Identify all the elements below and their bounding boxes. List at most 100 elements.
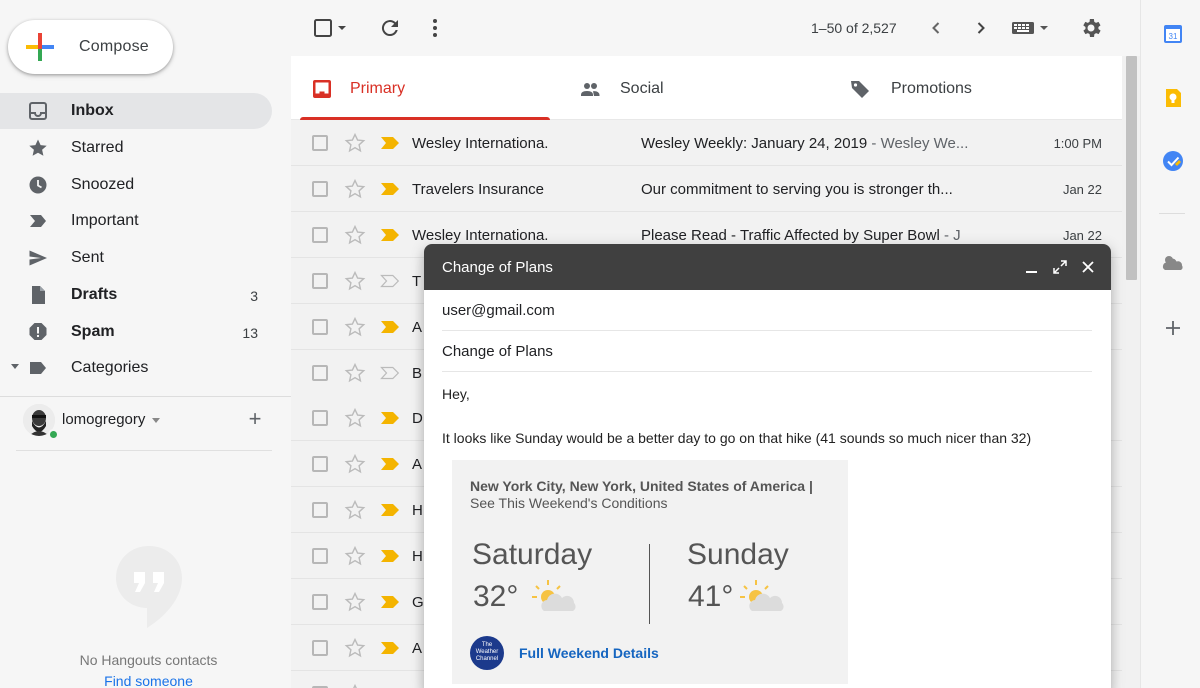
- important-marker-icon[interactable]: [380, 366, 400, 380]
- scrollbar[interactable]: [1122, 56, 1140, 688]
- important-marker-icon[interactable]: [380, 274, 400, 288]
- weather-temp-sunday: 41°: [688, 580, 734, 613]
- sidebar-item-starred[interactable]: Starred: [0, 130, 272, 166]
- row-checkbox[interactable]: [312, 318, 328, 335]
- online-status-icon: [48, 429, 59, 440]
- star-outline-icon[interactable]: [344, 453, 366, 475]
- star-outline-icon[interactable]: [344, 499, 366, 521]
- partly-cloudy-icon: [532, 580, 576, 611]
- important-marker-icon[interactable]: [380, 549, 400, 563]
- tasks-icon[interactable]: [1162, 150, 1184, 172]
- chevron-right-icon[interactable]: [969, 16, 993, 40]
- star-outline-icon[interactable]: [344, 637, 366, 659]
- find-someone-link[interactable]: Find someone: [0, 673, 297, 688]
- select-dropdown-icon[interactable]: [335, 16, 349, 40]
- email-snippet: - J: [939, 226, 961, 244]
- keep-icon[interactable]: [1162, 87, 1184, 109]
- sidebar-item-drafts[interactable]: Drafts 3: [0, 277, 272, 313]
- row-checkbox[interactable]: [312, 548, 328, 565]
- important-marker-icon[interactable]: [380, 182, 400, 196]
- send-icon: [29, 250, 47, 266]
- people-icon: [581, 83, 600, 96]
- important-marker-icon[interactable]: [380, 641, 400, 655]
- important-marker-icon[interactable]: [380, 228, 400, 242]
- mail-toolbar: 1–50 of 2,527: [291, 0, 1122, 56]
- row-checkbox[interactable]: [312, 410, 328, 427]
- close-icon[interactable]: [1079, 258, 1097, 276]
- star-outline-icon[interactable]: [344, 132, 366, 154]
- important-marker-icon[interactable]: [380, 136, 400, 150]
- sidebar-item-important[interactable]: Important: [0, 203, 272, 239]
- sidebar-item-label: Sent: [71, 249, 104, 266]
- expand-caret-icon[interactable]: [11, 364, 19, 370]
- message-body[interactable]: It looks like Sunday would be a better d…: [442, 430, 1031, 446]
- select-all-checkbox-icon[interactable]: [311, 16, 335, 40]
- star-outline-icon[interactable]: [344, 362, 366, 384]
- add-hangout-contact-button[interactable]: +: [244, 408, 266, 430]
- star-outline-icon[interactable]: [344, 545, 366, 567]
- important-marker-icon[interactable]: [380, 320, 400, 334]
- message-greeting[interactable]: Hey,: [442, 386, 470, 402]
- hangouts-quote-icon: [116, 546, 182, 628]
- scrollbar-thumb[interactable]: [1126, 56, 1137, 280]
- sidebar-item-inbox[interactable]: Inbox: [0, 93, 272, 129]
- tab-primary[interactable]: Primary: [291, 56, 551, 120]
- important-marker-icon[interactable]: [380, 595, 400, 609]
- tab-promotions-label: Promotions: [891, 80, 972, 97]
- recipient-field[interactable]: user@gmail.com: [442, 302, 555, 319]
- sidebar-item-categories[interactable]: Categories: [0, 350, 272, 386]
- more-vert-icon[interactable]: [423, 16, 447, 40]
- row-checkbox[interactable]: [312, 364, 328, 381]
- sidebar-item-sent[interactable]: Sent: [0, 240, 272, 276]
- add-addon-plus-icon[interactable]: [1162, 317, 1184, 339]
- user-name[interactable]: lomogregory: [62, 411, 145, 428]
- important-marker-icon[interactable]: [380, 457, 400, 471]
- draft-icon: [32, 285, 45, 304]
- tab-social[interactable]: Social: [551, 56, 821, 120]
- email-sender: G: [412, 594, 424, 611]
- row-checkbox[interactable]: [312, 594, 328, 610]
- expand-icon[interactable]: [1051, 258, 1069, 276]
- chevron-left-icon[interactable]: [924, 16, 948, 40]
- star-outline-icon[interactable]: [344, 407, 366, 429]
- row-checkbox[interactable]: [312, 180, 328, 197]
- row-checkbox[interactable]: [312, 639, 328, 656]
- weather-conditions-link[interactable]: See This Weekend's Conditions: [470, 495, 668, 511]
- row-checkbox[interactable]: [312, 226, 328, 243]
- email-row[interactable]: Wesley Internationa. Wesley Weekly: Janua…: [291, 120, 1122, 166]
- important-marker-icon[interactable]: [380, 503, 400, 517]
- star-outline-icon[interactable]: [344, 683, 366, 688]
- keyboard-input-icon[interactable]: [1011, 16, 1051, 40]
- important-marker-icon[interactable]: [380, 411, 400, 425]
- tab-promotions[interactable]: Promotions: [821, 56, 1121, 120]
- left-sidebar: Compose Inbox Starred Snoozed Important Sent…: [0, 0, 291, 688]
- full-weekend-details-link[interactable]: Full Weekend Details: [519, 645, 659, 661]
- sidebar-item-spam[interactable]: Spam 13: [0, 314, 272, 350]
- star-outline-icon[interactable]: [344, 178, 366, 200]
- row-checkbox[interactable]: [312, 135, 328, 151]
- settings-gear-icon[interactable]: [1079, 16, 1103, 40]
- email-sender: Travelers Insurance: [412, 180, 544, 198]
- minimize-icon[interactable]: [1023, 258, 1041, 276]
- calendar-icon[interactable]: 31: [1162, 23, 1184, 45]
- compose-header[interactable]: Change of Plans: [424, 244, 1111, 290]
- hangouts-divider: [16, 450, 272, 451]
- compose-button[interactable]: Compose: [8, 20, 173, 74]
- star-outline-icon[interactable]: [344, 270, 366, 292]
- row-checkbox[interactable]: [312, 456, 328, 473]
- row-checkbox[interactable]: [312, 272, 328, 289]
- subject-field[interactable]: Change of Plans: [442, 343, 553, 360]
- weather-addon-icon[interactable]: [1160, 252, 1186, 274]
- star-outline-icon[interactable]: [344, 316, 366, 338]
- sidebar-item-snoozed[interactable]: Snoozed: [0, 167, 272, 203]
- star-outline-icon[interactable]: [344, 224, 366, 246]
- calendar-day-number: 31: [1169, 32, 1178, 41]
- sidebar-item-label: Inbox: [71, 102, 114, 119]
- star-outline-icon[interactable]: [344, 591, 366, 613]
- user-menu-caret-icon[interactable]: [152, 418, 160, 423]
- refresh-icon[interactable]: [378, 16, 402, 40]
- email-row[interactable]: Travelers Insurance Our commitment to ser…: [291, 165, 1122, 212]
- row-checkbox[interactable]: [312, 502, 328, 519]
- sidebar-item-label: Snoozed: [71, 175, 135, 193]
- email-sender: H: [412, 502, 423, 520]
